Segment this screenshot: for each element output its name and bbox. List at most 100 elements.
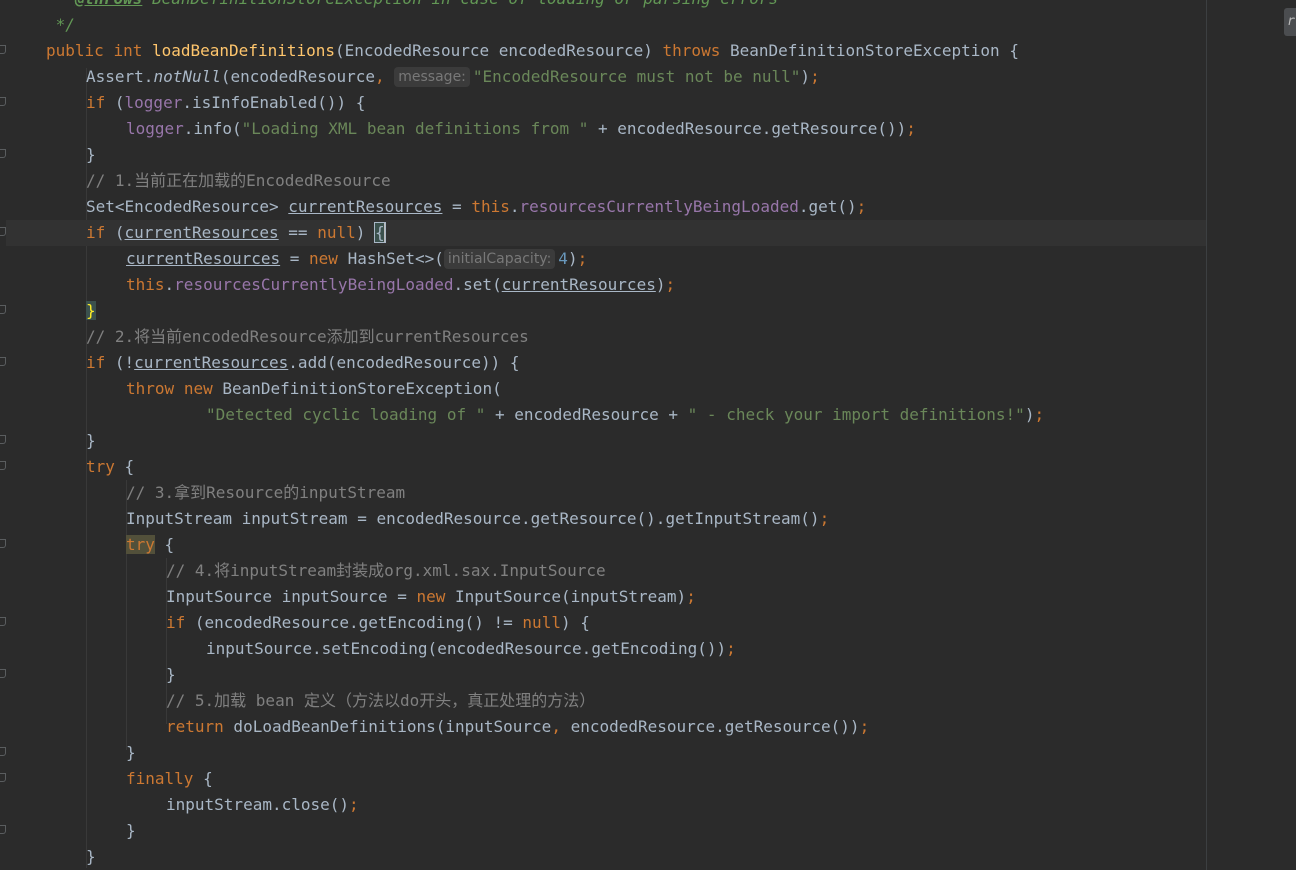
code-line[interactable]: // 2.将当前encodedResource添加到currentResourc…: [6, 324, 1206, 350]
static-method: notNull: [153, 67, 221, 86]
variable-name: currentResources: [124, 223, 279, 242]
code-line[interactable]: }: [6, 818, 1206, 844]
javadoc-close: */: [46, 15, 75, 34]
code-text: (!: [105, 353, 135, 372]
code-text: }: [86, 145, 96, 164]
semicolon: ;: [665, 275, 676, 294]
code-text: InputStream inputStream = encodedResourc…: [126, 509, 820, 528]
semicolon: ;: [859, 717, 870, 736]
code-line[interactable]: }: [6, 740, 1206, 766]
variable-name: currentResources: [126, 249, 281, 268]
code-line[interactable]: inputSource.setEncoding(encodedResource.…: [6, 636, 1206, 662]
number-literal: 4: [558, 249, 568, 268]
code-text: .get(): [798, 197, 857, 216]
keyword-highlighted: try: [126, 535, 155, 554]
code-text: .add(encodedResource)) {: [288, 353, 520, 372]
code-text: (EncodedResource encodedResource): [335, 41, 663, 60]
code-text: =: [280, 249, 310, 268]
semicolon: ;: [686, 587, 696, 606]
semicolon: ;: [577, 249, 588, 268]
field-name: resourcesCurrentlyBeingLoaded: [174, 275, 454, 294]
code-line[interactable]: }: [6, 662, 1206, 688]
side-panel-tab[interactable]: r: [1284, 8, 1296, 36]
semicolon: ;: [1034, 405, 1045, 424]
code-text: .: [164, 275, 175, 294]
code-text: }: [126, 743, 136, 762]
code-area[interactable]: * @throws BeanDefinitionStoreException i…: [6, 0, 1206, 870]
code-line[interactable]: // 5.加载 bean 定义（方法以do开头，真正处理的方法）: [6, 688, 1206, 714]
code-line[interactable]: }: [6, 428, 1206, 454]
code-line[interactable]: try {: [6, 532, 1206, 558]
code-line[interactable]: */: [6, 12, 1206, 38]
code-line[interactable]: logger.info("Loading XML bean definition…: [6, 116, 1206, 142]
semicolon: ;: [349, 795, 359, 814]
code-line[interactable]: if (!currentResources.add(encodedResourc…: [6, 350, 1206, 376]
code-text: ==: [278, 223, 318, 242]
code-text: encodedResource.getResource()): [570, 717, 860, 736]
code-text: .set(: [453, 275, 502, 294]
line-comment: // 3.拿到Resource的inputStream: [126, 483, 406, 502]
right-margin-guide: [1206, 0, 1207, 870]
code-line[interactable]: // 3.拿到Resource的inputStream: [6, 480, 1206, 506]
code-line[interactable]: if (logger.isInfoEnabled()) {: [6, 90, 1206, 116]
code-line[interactable]: try {: [6, 454, 1206, 480]
current-code-line[interactable]: if (currentResources == null) {: [6, 220, 1206, 246]
code-text: Set<EncodedResource>: [86, 197, 289, 216]
code-line[interactable]: currentResources = new HashSet<>(initial…: [6, 246, 1206, 272]
keyword: null: [522, 613, 561, 632]
keyword: new: [183, 379, 213, 398]
code-text: }: [166, 665, 176, 684]
code-line[interactable]: // 4.将inputStream封装成org.xml.sax.InputSou…: [6, 558, 1206, 584]
code-text: (: [105, 93, 125, 112]
string-literal: "Loading XML bean definitions from ": [241, 119, 589, 138]
javadoc-throws-tag: @throws: [75, 0, 142, 8]
code-text: Assert.: [86, 67, 154, 86]
code-line[interactable]: public int loadBeanDefinitions(EncodedRe…: [6, 38, 1206, 64]
matched-brace: }: [86, 301, 96, 320]
code-text: HashSet<>(: [337, 249, 444, 268]
code-line[interactable]: }: [6, 844, 1206, 870]
keyword: if: [166, 613, 186, 632]
code-line[interactable]: InputSource inputSource = new InputSourc…: [6, 584, 1206, 610]
code-text: {: [154, 535, 175, 554]
field-name: logger: [126, 119, 184, 138]
line-comment: // 5.加载 bean 定义（方法以do开头，真正处理的方法）: [166, 691, 596, 710]
code-line[interactable]: InputStream inputStream = encodedResourc…: [6, 506, 1206, 532]
code-text: }: [126, 821, 136, 840]
code-line[interactable]: * @throws BeanDefinitionStoreException i…: [6, 0, 1206, 12]
code-line[interactable]: throw new BeanDefinitionStoreException(: [6, 376, 1206, 402]
code-line[interactable]: return doLoadBeanDefinitions(inputSource…: [6, 714, 1206, 740]
string-literal: "EncodedResource must not be null": [472, 67, 801, 86]
field-name: resourcesCurrentlyBeingLoaded: [519, 197, 799, 216]
code-line[interactable]: finally {: [6, 766, 1206, 792]
code-line[interactable]: this.resourcesCurrentlyBeingLoaded.set(c…: [6, 272, 1206, 298]
code-text: }: [86, 847, 96, 866]
line-comment: // 2.将当前encodedResource添加到currentResourc…: [86, 327, 529, 346]
keyword: public: [46, 41, 104, 60]
code-line[interactable]: Assert.notNull(encodedResource, message:…: [6, 64, 1206, 90]
semicolon: ;: [906, 119, 916, 138]
code-line[interactable]: inputStream.close();: [6, 792, 1206, 818]
keyword: int: [113, 41, 143, 60]
keyword: throws: [662, 41, 721, 60]
code-text: doLoadBeanDefinitions(inputSource: [223, 717, 552, 736]
code-line[interactable]: }: [6, 298, 1206, 324]
text-caret: [383, 222, 386, 242]
code-text: (: [105, 223, 125, 242]
code-text: .: [509, 197, 520, 216]
method-name: loadBeanDefinitions: [151, 41, 336, 60]
code-editor[interactable]: * @throws BeanDefinitionStoreException i…: [0, 0, 1296, 870]
code-line[interactable]: // 1.当前正在加载的EncodedResource: [6, 168, 1206, 194]
code-text: (encodedResource.getEncoding() !=: [185, 613, 523, 632]
code-text: inputStream.close(): [166, 795, 350, 814]
code-line[interactable]: "Detected cyclic loading of " + encodedR…: [6, 402, 1206, 428]
line-comment: // 1.当前正在加载的EncodedResource: [86, 171, 391, 190]
variable-name: currentResources: [501, 275, 656, 294]
keyword: this: [471, 197, 510, 216]
keyword: throw: [126, 379, 175, 398]
code-line[interactable]: Set<EncodedResource> currentResources = …: [6, 194, 1206, 220]
javadoc-exception: BeanDefinitionStoreException: [142, 0, 422, 8]
code-line[interactable]: }: [6, 142, 1206, 168]
code-line[interactable]: if (encodedResource.getEncoding() != nul…: [6, 610, 1206, 636]
semicolon: ;: [810, 67, 820, 86]
